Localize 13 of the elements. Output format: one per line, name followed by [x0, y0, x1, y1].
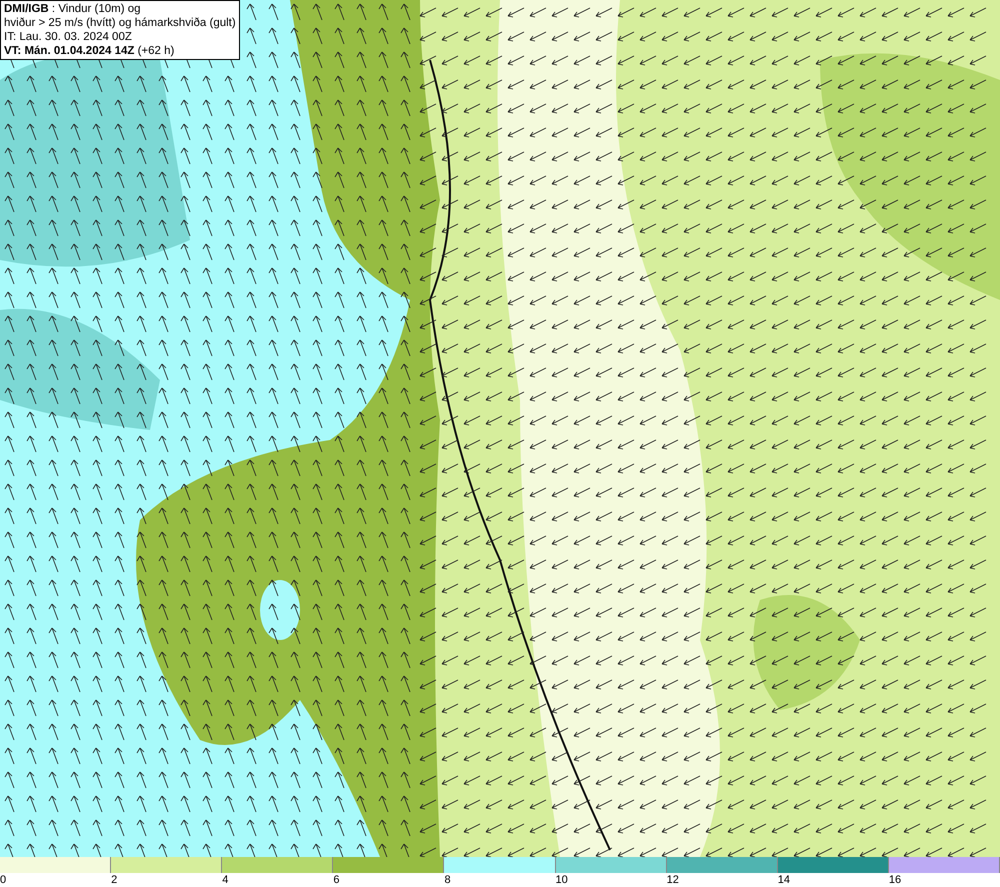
title-line: IT: Lau. 30. 03. 2024 00Z: [4, 30, 133, 44]
legend-label: 4: [222, 873, 228, 887]
legend-label: 0: [0, 873, 6, 887]
legend-label: 10: [556, 873, 568, 887]
legend-label: 2: [111, 873, 118, 887]
legend-label: 14: [778, 873, 790, 887]
title-line: DMI/IGB : Vindur (10m) og: [4, 2, 142, 16]
legend-label: 12: [666, 873, 679, 887]
title-line: VT: Mán. 01.04.2024 14Z (+62 h): [4, 44, 176, 58]
legend-label: 8: [444, 873, 451, 887]
legend-label: 16: [888, 873, 902, 887]
title-line: hviður > 25 m/s (hvítt) og hámarkshviða (gult): [4, 16, 236, 30]
legend-label: 6: [333, 873, 340, 887]
